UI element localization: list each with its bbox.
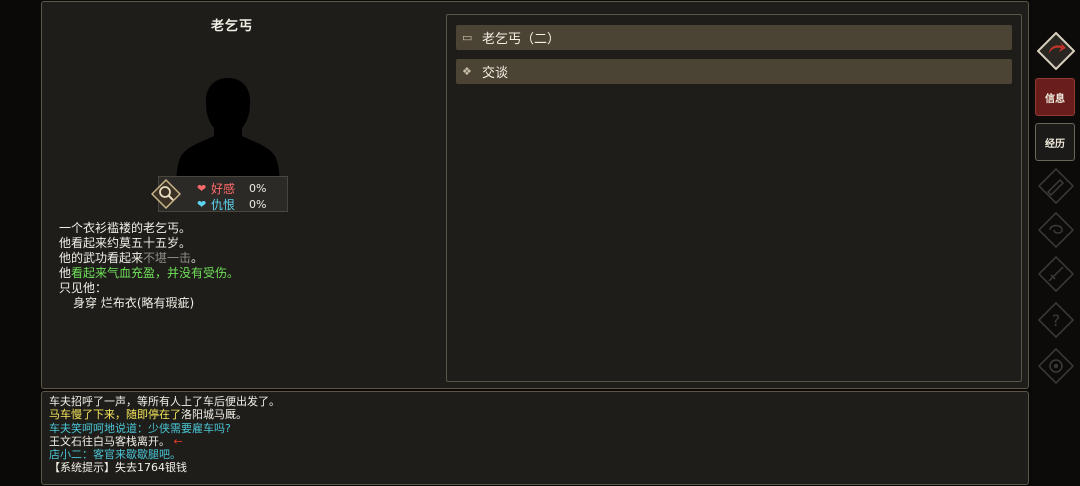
sword-icon[interactable] bbox=[1038, 256, 1074, 292]
action-label: 交谈 bbox=[482, 66, 509, 81]
action-button-talk[interactable]: ❖ 交谈 bbox=[456, 59, 1012, 84]
health-status-text: 看起来气血充盈，并没有受伤。 bbox=[71, 266, 240, 280]
right-sidebar: 信息 经历 ? bbox=[1032, 0, 1080, 486]
hatred-row: ❤ 仇恨 0% bbox=[197, 196, 266, 213]
heart-blue-icon: ❤ bbox=[197, 198, 207, 211]
favor-label: 好感 bbox=[211, 182, 236, 196]
favor-row: ❤ 好感 0% bbox=[197, 180, 266, 197]
relation-box: ❤ 好感 0% ❤ 仇恨 0% bbox=[151, 176, 288, 213]
gear-icon[interactable] bbox=[1038, 348, 1074, 384]
hatred-label: 仇恨 bbox=[211, 198, 236, 212]
message-log[interactable]: 车夫招呼了一声，等所有人上了车后便出发了。 马车慢了下来，随即停在了洛阳城马厩。… bbox=[41, 391, 1029, 485]
character-description: 一个衣衫褴褛的老乞丐。 他看起来约莫五十五岁。 他的武功看起来不堪一击。 他看起… bbox=[59, 221, 239, 311]
favor-value: 0% bbox=[249, 182, 267, 195]
arrow-left-icon: ← bbox=[170, 434, 183, 448]
martial-level-text: 不堪一击 bbox=[143, 251, 192, 265]
svg-text:?: ? bbox=[1052, 311, 1061, 330]
log-line: 店小二：客官来歇歇腿吧。 bbox=[49, 448, 181, 462]
log-line: 王文石往白马客栈离开。 ← bbox=[49, 434, 183, 448]
back-arrow-icon[interactable] bbox=[1037, 32, 1075, 70]
help-icon[interactable]: ? bbox=[1038, 302, 1074, 338]
equipment-line: 身穿 烂布衣(略有瑕疵) bbox=[73, 296, 195, 310]
desc-line: 一个衣衫褴褛的老乞丐。 bbox=[59, 221, 192, 235]
scroll-icon: ▭ bbox=[462, 31, 473, 44]
action-panel: ▭ 老乞丐（二） ❖ 交谈 bbox=[446, 14, 1022, 382]
heart-red-icon: ❤ bbox=[197, 182, 207, 195]
log-line: 车夫笑呵呵地说道：少侠需要雇车吗? bbox=[49, 421, 231, 435]
character-panel: 老乞丐 ❤ 好感 0% ❤ 仇恨 0% 一个衣衫褴褛的老乞丐。 他看起来约莫五十… bbox=[42, 2, 442, 388]
diamond-dots-icon: ❖ bbox=[462, 65, 472, 78]
tab-info[interactable]: 信息 bbox=[1035, 78, 1075, 116]
log-line: 【系统提示】失去1764银钱 bbox=[49, 461, 187, 475]
desc-line: 他看起来气血充盈，并没有受伤。 bbox=[59, 266, 240, 280]
main-panel: 老乞丐 ❤ 好感 0% ❤ 仇恨 0% 一个衣衫褴褛的老乞丐。 他看起来约莫五十… bbox=[41, 1, 1029, 389]
desc-line: 只见他： bbox=[59, 281, 108, 295]
desc-line: 他看起来约莫五十五岁。 bbox=[59, 236, 192, 250]
action-button-character[interactable]: ▭ 老乞丐（二） bbox=[456, 25, 1012, 50]
tab-experience[interactable]: 经历 bbox=[1035, 123, 1075, 161]
desc-line: 他的武功看起来不堪一击。 bbox=[59, 251, 204, 265]
magnifier-badge-icon[interactable] bbox=[151, 179, 181, 209]
swirl-icon[interactable] bbox=[1038, 212, 1074, 248]
hatred-value: 0% bbox=[249, 198, 267, 211]
brush-icon[interactable] bbox=[1038, 168, 1074, 204]
log-line: 车夫招呼了一声，等所有人上了车后便出发了。 bbox=[49, 395, 280, 408]
log-line: 马车慢了下来，随即停在了洛阳城马厩。 bbox=[49, 408, 247, 422]
character-name: 老乞丐 bbox=[210, 19, 253, 34]
action-label: 老乞丐（二） bbox=[482, 32, 561, 47]
